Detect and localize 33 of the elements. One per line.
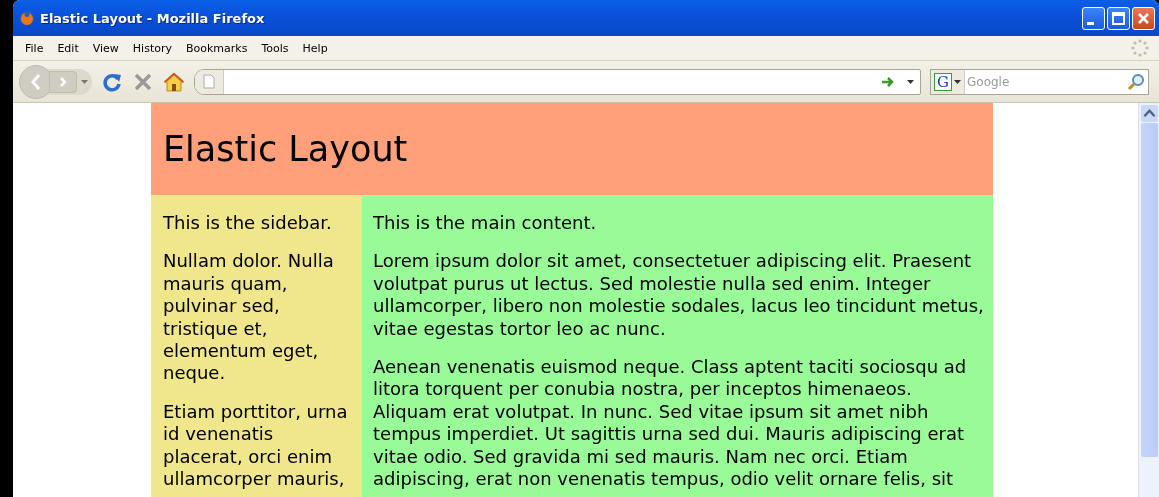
caret-icon[interactable] [907, 79, 914, 84]
paragraph: Lorem ipsum dolor sit amet, consectetuer adipiscing elit. Praesent volutpat purus ut lectus. Sed molestie nulla sed enim. Integer ullamcorper, libero non molestie sodales, lacus leo tincidunt metus, vitae egestas tortor leo ac nunc. [373, 250, 985, 341]
caret-icon [81, 79, 88, 84]
vertical-scrollbar[interactable] [1138, 103, 1159, 497]
paragraph: Etiam porttitor, urna id venenatis placerat, orci enim ullamcorper mauris, [163, 400, 349, 491]
paragraph: Aenean venenatis euismod neque. Class aptent taciti sociosqu ad litora torquent per conubia nostra, per inceptos himenaeos. Aliquam erat volutpat. In nunc. Sed vitae ipsum sit amet nibh tempus imperdiet. Ut sagittis urna sed dui. Mauris adipiscing erat vitae odio. Sed gravida mi sed mauris. Nam nec orci. Etiam adipiscing, erat non venenatis tempus, odio velit ornare felis, sit [373, 356, 968, 491]
paragraph: This is the sidebar. [163, 212, 333, 235]
search-field[interactable]: G Google [930, 68, 1149, 95]
menu-item[interactable]: Edit [50, 39, 86, 57]
paragraph: Nullam dolor. Nulla mauris quam, pulvinar sed, tristique et, elementum eget, neque. [163, 250, 335, 385]
window-title: Elastic Layout - Mozilla Firefox [40, 10, 266, 26]
minimize-icon [1087, 21, 1094, 25]
scroll-up-icon[interactable] [1140, 105, 1158, 122]
paragraph: This is the main content. [373, 212, 598, 235]
maximize-button[interactable] [1107, 6, 1130, 30]
minimize-button[interactable] [1082, 6, 1105, 30]
menu-item[interactable]: File [18, 39, 51, 57]
menu-item[interactable]: View [85, 39, 126, 57]
home-icon[interactable] [163, 70, 185, 93]
go-arrow-icon[interactable] [881, 75, 895, 88]
search-icon[interactable] [1127, 72, 1145, 91]
menu-item[interactable]: History [125, 39, 179, 57]
caret-icon [954, 79, 961, 84]
firefox-icon [19, 10, 35, 26]
menu-item[interactable]: Bookmarks [179, 39, 255, 57]
page-heading: Elastic Layout [163, 129, 408, 169]
close-button[interactable] [1132, 6, 1155, 30]
page-icon [203, 74, 215, 89]
menu-item[interactable]: Tools [254, 39, 296, 57]
menu-item[interactable]: Help [295, 39, 335, 57]
address-field[interactable] [194, 68, 921, 95]
search-engine-button[interactable]: G [931, 69, 965, 94]
throbber-icon [1131, 39, 1149, 57]
